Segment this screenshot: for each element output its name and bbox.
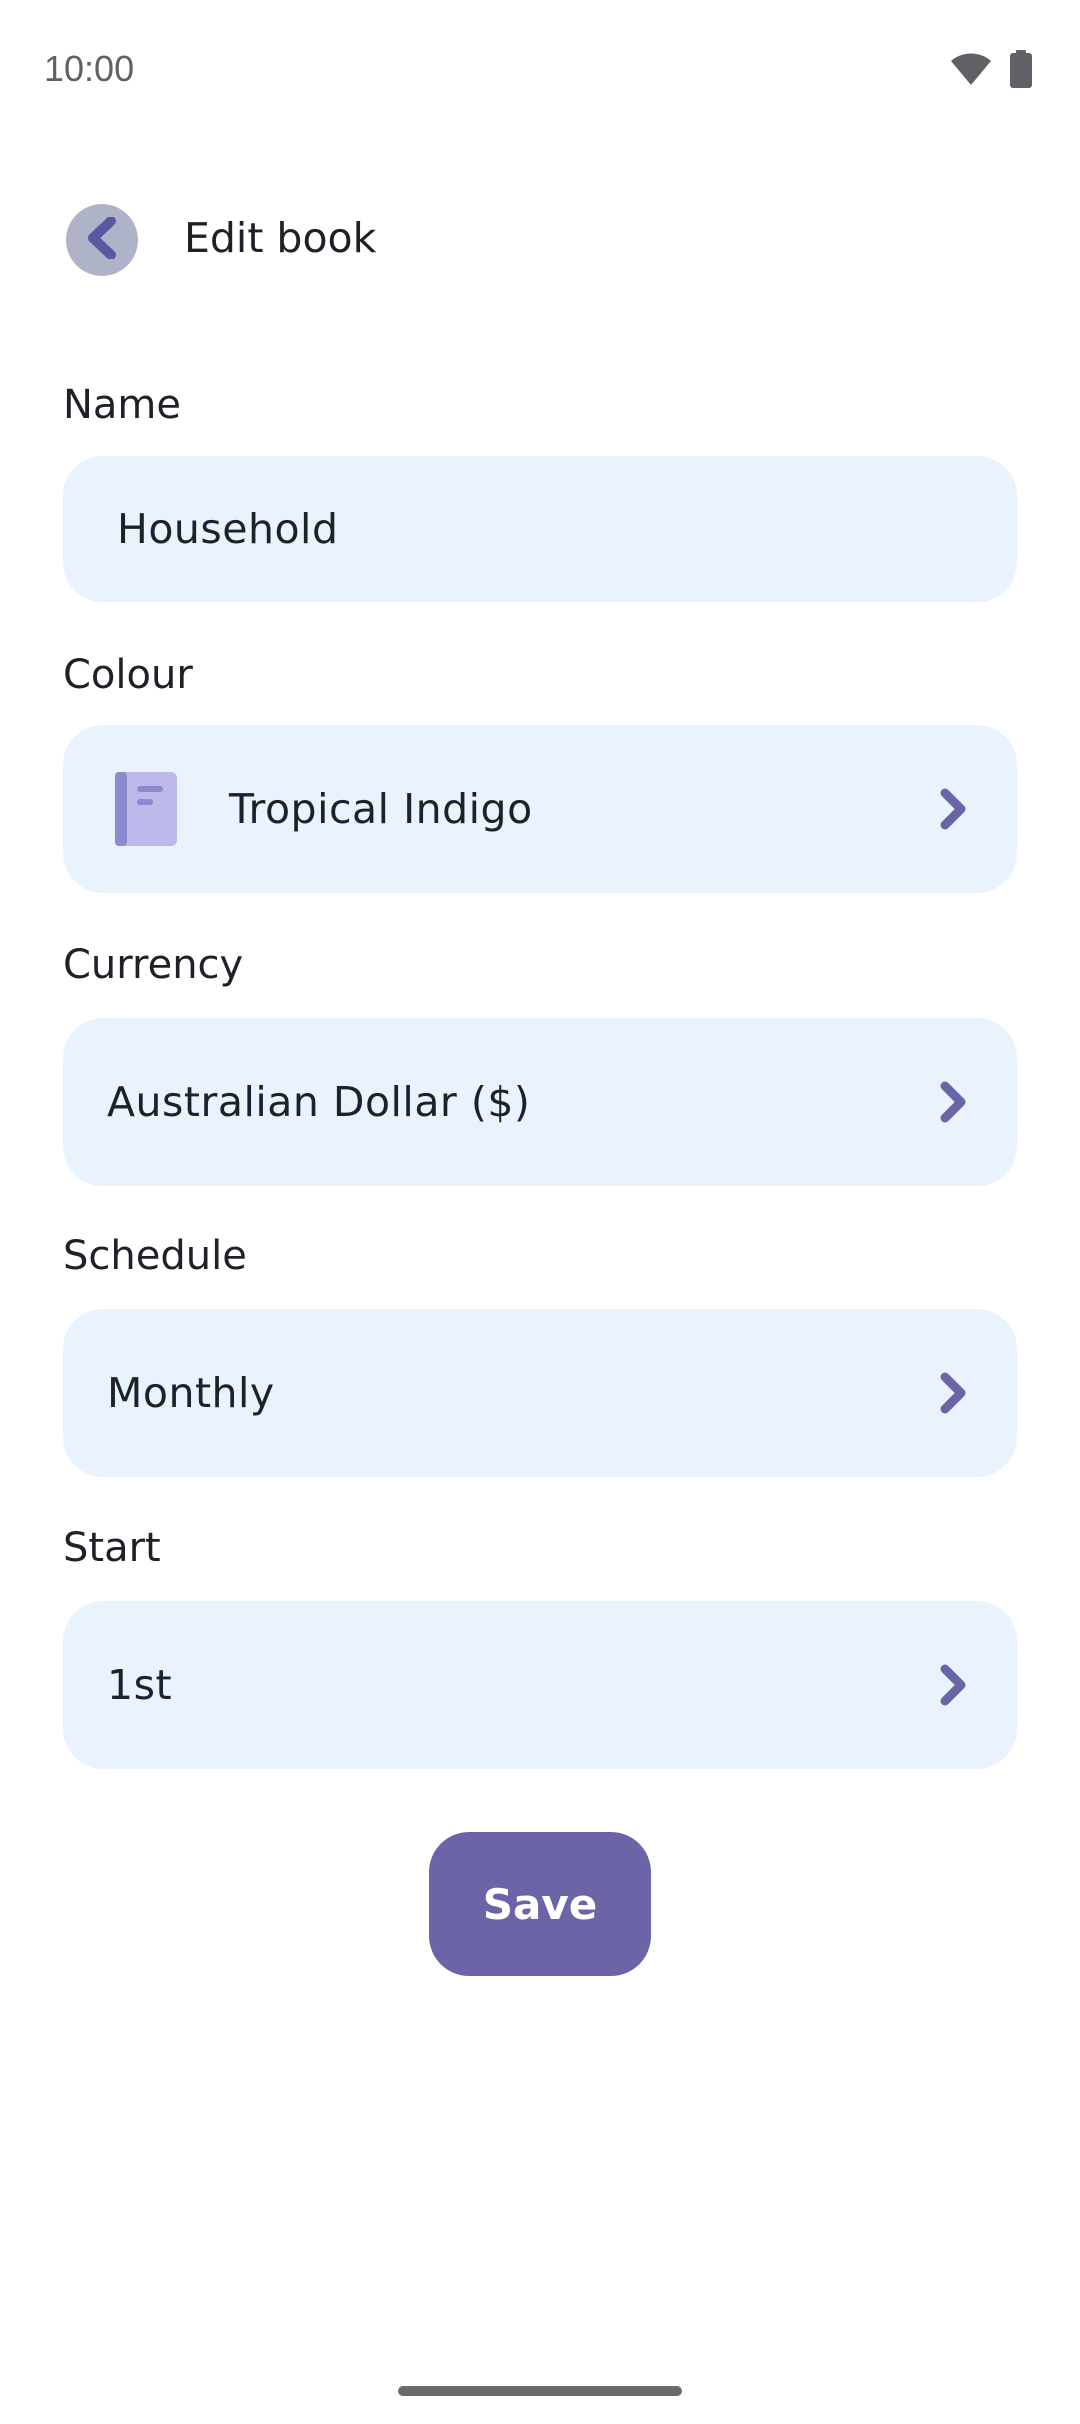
status-time: 10:00 xyxy=(44,48,135,89)
currency-selector[interactable]: Australian Dollar ($) xyxy=(63,1018,1017,1186)
chevron-right-icon xyxy=(933,1078,973,1126)
schedule-value: Monthly xyxy=(107,1369,275,1417)
chevron-left-icon xyxy=(85,216,119,263)
wifi-icon xyxy=(950,52,992,90)
name-input[interactable]: Household xyxy=(63,456,1017,602)
app-header: Edit book xyxy=(0,200,1080,280)
colour-value: Tropical Indigo xyxy=(229,785,533,833)
schedule-label: Schedule xyxy=(63,1233,247,1279)
start-value: 1st xyxy=(107,1661,173,1709)
book-icon xyxy=(115,772,177,846)
schedule-selector[interactable]: Monthly xyxy=(63,1309,1017,1477)
home-indicator[interactable] xyxy=(398,2386,682,2396)
colour-selector[interactable]: Tropical Indigo xyxy=(63,725,1017,893)
save-button[interactable]: Save xyxy=(429,1832,651,1976)
currency-value: Australian Dollar ($) xyxy=(107,1078,531,1126)
status-bar: 10:00 xyxy=(0,0,1080,140)
colour-label: Colour xyxy=(63,652,193,698)
page-title: Edit book xyxy=(184,214,377,262)
name-label: Name xyxy=(63,382,182,428)
start-label: Start xyxy=(63,1525,161,1571)
start-selector[interactable]: 1st xyxy=(63,1601,1017,1769)
back-button[interactable] xyxy=(66,204,138,276)
chevron-right-icon xyxy=(933,1661,973,1709)
name-input-value: Household xyxy=(117,505,339,553)
chevron-right-icon xyxy=(933,1369,973,1417)
battery-icon xyxy=(1010,50,1032,92)
currency-label: Currency xyxy=(63,942,244,988)
chevron-right-icon xyxy=(933,785,973,833)
status-icons xyxy=(950,50,1032,92)
